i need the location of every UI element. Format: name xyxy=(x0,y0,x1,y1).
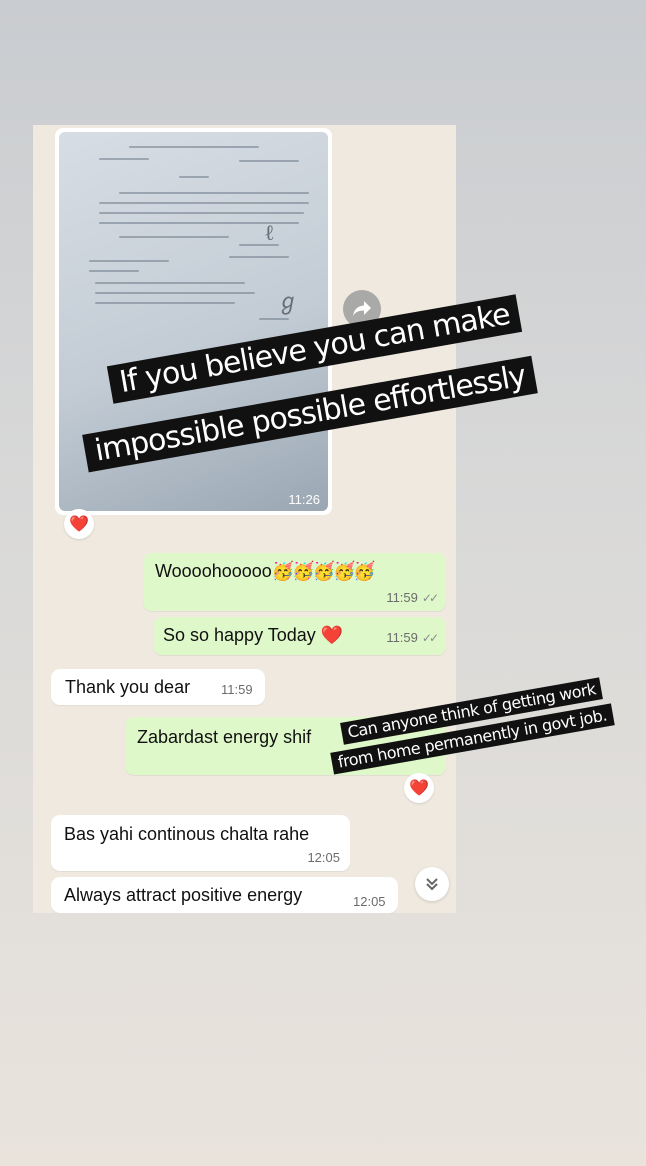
chat-window: ℓ ℊ 11:26 ❤️ Woooohooooo🥳🥳🥳🥳🥳 11:59 ✓✓ So… xyxy=(33,125,456,913)
message-text: Woooohooooo🥳🥳🥳🥳🥳 xyxy=(155,561,376,581)
message-bubble-outgoing[interactable]: Woooohooooo🥳🥳🥳🥳🥳 11:59 ✓✓ xyxy=(143,553,446,611)
message-bubble-incoming[interactable]: Thank you dear 11:59 xyxy=(51,669,265,705)
message-text: Zabardast energy shif xyxy=(137,727,312,747)
message-text: Thank you dear xyxy=(65,677,191,697)
heart-icon: ❤️ xyxy=(320,625,344,645)
heart-icon: ❤️ xyxy=(69,516,89,533)
message-time: 11:26 xyxy=(288,492,320,507)
heart-reaction[interactable]: ❤️ xyxy=(404,773,434,803)
message-bubble-incoming[interactable]: Always attract positive energy 12:05 xyxy=(51,877,398,913)
message-text: So so happy Today ❤️ xyxy=(163,625,344,645)
forward-arrow-icon xyxy=(353,301,371,316)
message-text: Bas yahi continous chalta rahe xyxy=(64,824,310,844)
read-receipt-icon: ✓✓ xyxy=(421,631,439,645)
heart-icon: ❤️ xyxy=(409,780,429,797)
message-time: 11:59 xyxy=(386,630,418,645)
message-time: 11:59 xyxy=(386,590,418,605)
double-chevron-down-icon xyxy=(426,878,438,891)
message-bubble-incoming[interactable]: Bas yahi continous chalta rahe 12:05 xyxy=(51,815,350,871)
read-receipt-icon: ✓✓ xyxy=(421,591,439,605)
message-text: Always attract positive energy xyxy=(64,885,303,905)
scroll-down-button[interactable] xyxy=(415,867,449,901)
heart-reaction[interactable]: ❤️ xyxy=(64,509,94,539)
message-time: 12:05 xyxy=(353,894,386,909)
message-time: 12:05 xyxy=(307,850,340,865)
message-bubble-outgoing[interactable]: So so happy Today ❤️ 11:59 ✓✓ xyxy=(153,617,446,655)
message-time: 11:59 xyxy=(221,682,253,697)
